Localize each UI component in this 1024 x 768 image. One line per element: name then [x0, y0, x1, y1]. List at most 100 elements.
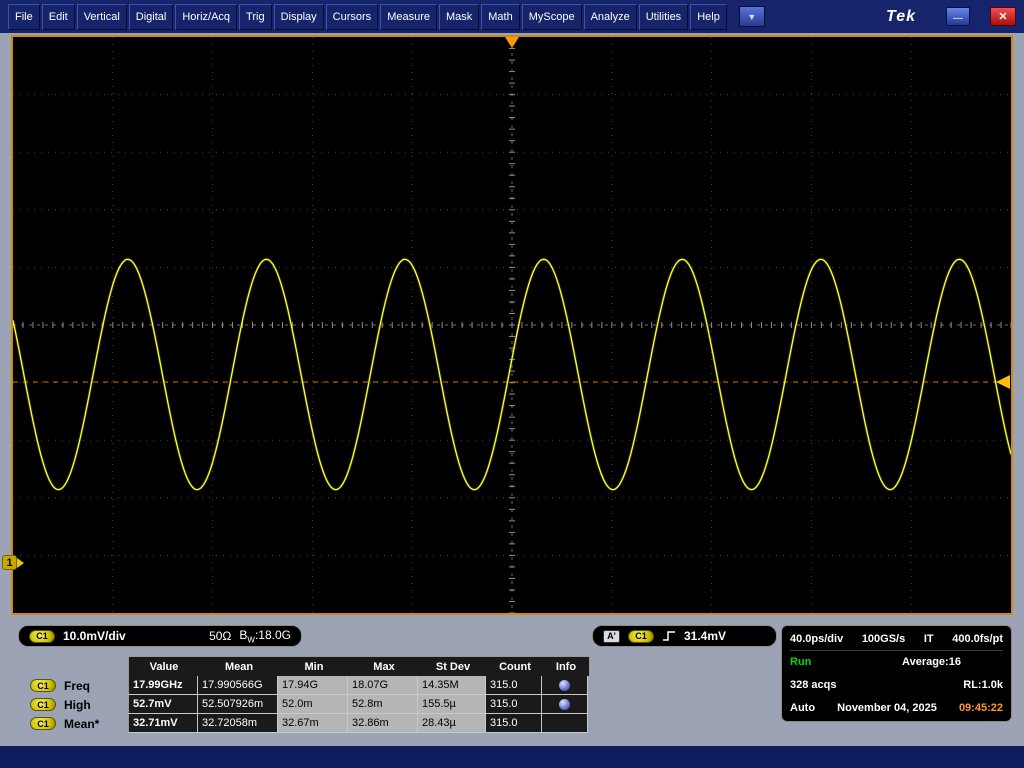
trigger-mode: Auto	[790, 702, 815, 714]
column-header-mean: Mean	[199, 657, 279, 676]
channel-badge[interactable]: C1	[29, 630, 55, 643]
graticule	[11, 35, 1013, 615]
bandwidth-readout: BW:18.0G	[239, 628, 291, 644]
cell-stdev: 14.35M	[418, 676, 486, 695]
impedance-readout: 50Ω	[209, 629, 231, 643]
channel-badge[interactable]: C1	[30, 698, 56, 711]
menu-item-trig[interactable]: Trig	[239, 4, 272, 30]
time-display: 09:45:22	[959, 702, 1003, 714]
cell-min: 52.0m	[278, 695, 348, 714]
menu-item-vertical[interactable]: Vertical	[77, 4, 127, 30]
cell-value: 17.99GHz	[128, 676, 198, 695]
channel-1-arrow-icon	[17, 558, 24, 568]
tek-logo: Tek	[886, 8, 916, 26]
sample-rate: 100GS/s	[862, 633, 905, 645]
menu-item-edit[interactable]: Edit	[42, 4, 75, 30]
menu-item-analyze[interactable]: Analyze	[584, 4, 637, 30]
oscilloscope-app: FileEditVerticalDigitalHoriz/AcqTrigDisp…	[0, 0, 1024, 768]
channel-1-label: 1	[2, 555, 17, 570]
cell-count: 315.0	[486, 676, 542, 695]
menu-item-help[interactable]: Help	[690, 4, 727, 30]
date-display: November 04, 2025	[837, 702, 937, 714]
date-row: Auto November 04, 2025 09:45:22	[790, 696, 1003, 719]
cell-count: 315.0	[486, 695, 542, 714]
cell-min: 17.94G	[278, 676, 348, 695]
channel-badge[interactable]: C1	[30, 717, 56, 730]
timebase-row: 40.0ps/div 100GS/s IT 400.0fs/pt	[790, 628, 1003, 651]
cell-max: 32.86m	[348, 714, 418, 733]
chevron-down-icon: ▼	[747, 12, 756, 22]
measurement-name: Freq	[64, 679, 90, 693]
close-button[interactable]: ✕	[990, 7, 1016, 26]
column-header-value: Value	[129, 657, 199, 676]
trigger-channel-badge[interactable]: C1	[628, 630, 654, 643]
menu-bar: FileEditVerticalDigitalHoriz/AcqTrigDisp…	[0, 0, 1024, 33]
menu-item-digital[interactable]: Digital	[129, 4, 174, 30]
measurement-row-mean: C1Mean*32.71mV32.72058m32.67m32.86m28.43…	[18, 714, 590, 733]
menu-item-utilities[interactable]: Utilities	[639, 4, 688, 30]
trigger-level-arrow[interactable]	[996, 375, 1010, 389]
column-header-st-dev: St Dev	[419, 657, 487, 676]
cell-max: 52.8m	[348, 695, 418, 714]
menu-item-math[interactable]: Math	[481, 4, 519, 30]
resolution: 400.0fs/pt	[952, 633, 1003, 645]
measurement-name: High	[64, 698, 91, 712]
menu-item-cursors[interactable]: Cursors	[326, 4, 379, 30]
trigger-source-badge[interactable]: A'	[603, 630, 620, 643]
trigger-level-readout[interactable]: 31.4mV	[684, 629, 726, 643]
measurement-gutter: C1 High	[18, 695, 128, 714]
menu-item-measure[interactable]: Measure	[380, 4, 437, 30]
cell-info	[542, 695, 588, 714]
acquisition-count: 328 acqs	[790, 679, 836, 691]
close-icon: ✕	[998, 10, 1007, 23]
cell-mean: 17.990566G	[198, 676, 278, 695]
trigger-readout: A' C1 31.4mV	[592, 625, 777, 647]
cell-stdev: 28.43µ	[418, 714, 486, 733]
record-length: RL:1.0k	[963, 679, 1003, 691]
column-header-max: Max	[349, 657, 419, 676]
menu-item-myscope[interactable]: MyScope	[522, 4, 582, 30]
measurement-table-header: ValueMeanMinMaxSt DevCountInfo	[128, 656, 590, 676]
minimize-button[interactable]: —	[946, 7, 970, 26]
cell-value: 32.71mV	[128, 714, 198, 733]
vertical-scale[interactable]: 10.0mV/div	[63, 629, 126, 643]
channel-badge[interactable]: C1	[30, 679, 56, 692]
trigger-position-marker[interactable]	[505, 37, 519, 48]
horizontal-readout: 40.0ps/div 100GS/s IT 400.0fs/pt Run Ave…	[781, 625, 1012, 722]
measurement-gutter: C1 Mean*	[18, 714, 128, 733]
cell-info	[542, 676, 588, 695]
grid-lines	[13, 37, 1011, 613]
measurement-gutter: C1 Freq	[18, 676, 128, 695]
menu-items: FileEditVerticalDigitalHoriz/AcqTrigDisp…	[8, 4, 727, 30]
menu-item-horiz-acq[interactable]: Horiz/Acq	[175, 4, 237, 30]
sampling-mode: IT	[924, 633, 934, 645]
cell-value: 52.7mV	[128, 695, 198, 714]
acq-row: 328 acqs RL:1.0k	[790, 674, 1003, 697]
bottom-strip	[0, 746, 1024, 768]
cell-max: 18.07G	[348, 676, 418, 695]
rising-edge-icon	[662, 629, 676, 643]
menu-dropdown-button[interactable]: ▼	[739, 6, 765, 27]
menu-item-mask[interactable]: Mask	[439, 4, 479, 30]
run-status: Run	[790, 656, 852, 668]
cell-count: 315.0	[486, 714, 542, 733]
info-icon[interactable]	[559, 699, 570, 710]
channel-1-marker[interactable]: 1	[2, 555, 24, 570]
average-count: Average:16	[860, 656, 1003, 668]
cell-mean: 32.72058m	[198, 714, 278, 733]
menu-item-file[interactable]: File	[8, 4, 40, 30]
info-icon[interactable]	[559, 680, 570, 691]
measurement-row-freq: C1 Freq 17.99GHz17.990566G17.94G18.07G14.3…	[18, 676, 590, 695]
scope-display-svg	[13, 37, 1011, 613]
timebase[interactable]: 40.0ps/div	[790, 633, 843, 645]
measurement-table-rows: C1 Freq 17.99GHz17.990566G17.94G18.07G14.3…	[18, 676, 590, 733]
column-header-min: Min	[279, 657, 349, 676]
cell-stdev: 155.5µ	[418, 695, 486, 714]
cell-mean: 52.507926m	[198, 695, 278, 714]
column-header-count: Count	[487, 657, 543, 676]
cell-info	[542, 714, 588, 733]
menu-item-display[interactable]: Display	[274, 4, 324, 30]
run-row: Run Average:16	[790, 651, 1003, 674]
column-header-info: Info	[543, 657, 589, 676]
measurement-name: Mean*	[64, 717, 99, 731]
